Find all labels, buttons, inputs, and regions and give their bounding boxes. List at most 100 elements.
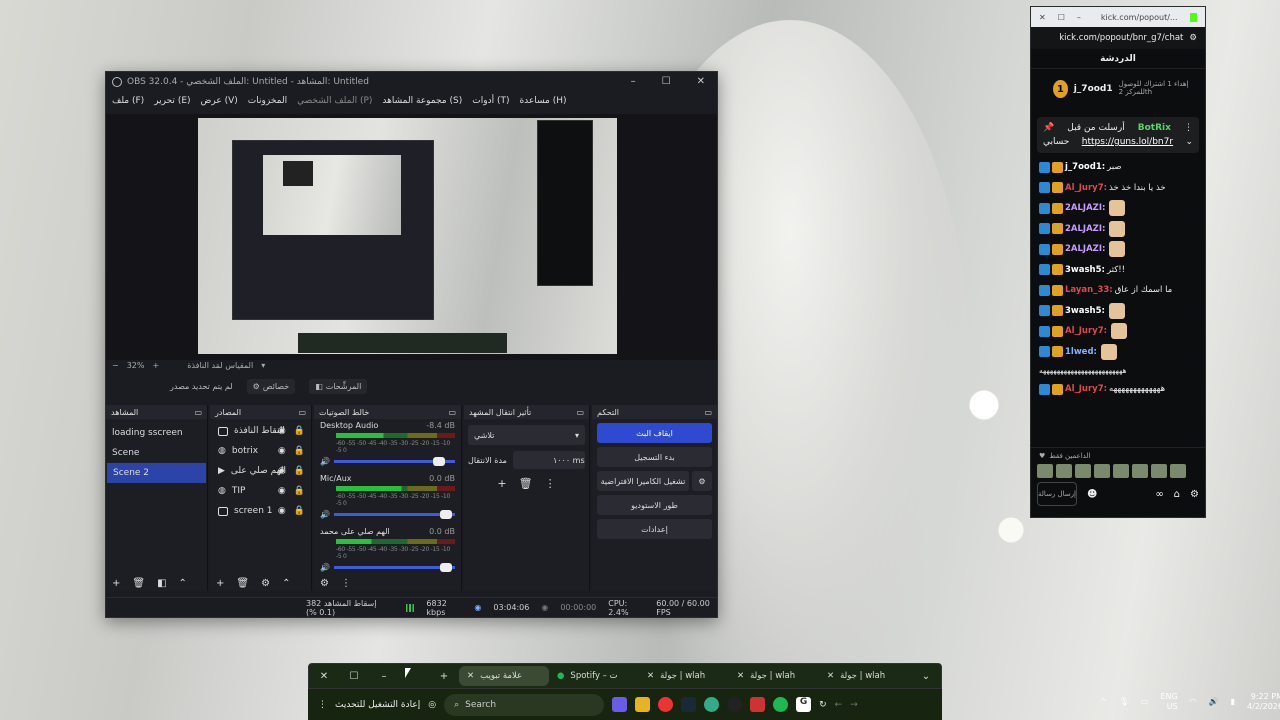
move-up-button[interactable]: ⌃ bbox=[179, 578, 187, 589]
chat-input[interactable]: إرسال رسالة bbox=[1037, 482, 1077, 506]
studio-mode-button[interactable]: طور الاستوديو bbox=[597, 495, 712, 515]
chrome-icon[interactable] bbox=[658, 697, 674, 712]
lock-icon[interactable]: 🔒 bbox=[294, 426, 305, 436]
chat-username[interactable]: Al_Jury7: bbox=[1065, 183, 1107, 193]
properties-button[interactable]: ⚙ خصائص bbox=[246, 378, 296, 394]
undock-icon[interactable]: ▭ bbox=[298, 408, 306, 417]
add-transition-button[interactable]: + bbox=[497, 477, 506, 490]
store-icon[interactable]: ⌂ bbox=[1174, 489, 1180, 500]
source-properties-button[interactable]: ⚙ bbox=[261, 578, 270, 589]
browser-tab[interactable]: ● Spotify – ت bbox=[549, 666, 639, 686]
lock-icon[interactable]: 🔒 bbox=[294, 486, 305, 496]
close-tab-icon[interactable]: ✕ bbox=[467, 671, 474, 681]
duration-input[interactable]: ١٠٠٠ ms bbox=[512, 451, 585, 469]
zoom-dropdown-icon[interactable]: ▾ bbox=[261, 361, 265, 370]
chrome-profile-icon[interactable] bbox=[704, 697, 720, 712]
menu-tools[interactable]: أدوات (T) bbox=[472, 96, 509, 106]
menu-file[interactable]: ملف (F) bbox=[112, 96, 144, 106]
source-item[interactable]: ▶ الهم صلي على ◉ 🔒 bbox=[210, 461, 311, 481]
browser-tab[interactable]: ✕ جولة | wlah bbox=[819, 666, 899, 686]
transition-menu-button[interactable]: ⋮ bbox=[545, 477, 556, 490]
minimize-icon[interactable]: – bbox=[631, 76, 636, 87]
pinned-user[interactable]: BotRix bbox=[1138, 123, 1171, 133]
maximize-icon[interactable]: ☐ bbox=[1058, 13, 1065, 22]
browser-tab[interactable]: ✕ جولة | wlah bbox=[729, 666, 819, 686]
profile-icon[interactable]: ◎ bbox=[428, 700, 436, 710]
pin-icon[interactable]: 📌 bbox=[1043, 123, 1054, 133]
add-source-button[interactable]: + bbox=[216, 578, 224, 589]
undock-icon[interactable]: ▭ bbox=[448, 408, 456, 417]
speaker-icon[interactable]: 🔊 bbox=[320, 457, 330, 466]
undock-icon[interactable]: ▭ bbox=[704, 408, 712, 417]
chat-username[interactable]: Al_Jury7: bbox=[1065, 384, 1107, 394]
close-icon[interactable]: ✕ bbox=[309, 671, 339, 682]
close-tab-icon[interactable]: ✕ bbox=[737, 671, 744, 681]
volume-slider[interactable] bbox=[333, 457, 455, 466]
chat-username[interactable]: 1lwed: bbox=[1065, 347, 1097, 357]
source-item[interactable]: النقاط النافذة ◉ 🔒 bbox=[210, 421, 311, 441]
eye-icon[interactable]: ◉ bbox=[278, 466, 286, 476]
forward-icon[interactable]: → bbox=[850, 700, 858, 710]
lock-icon[interactable]: 🔒 bbox=[294, 446, 305, 456]
wifi-icon[interactable]: ◠ bbox=[1190, 697, 1197, 706]
steam-icon[interactable] bbox=[681, 697, 697, 712]
virtual-camera-settings-icon[interactable]: ⚙ bbox=[692, 471, 712, 491]
obs-icon[interactable] bbox=[727, 697, 743, 712]
mic-icon[interactable]: 🎙 bbox=[1119, 697, 1129, 706]
eye-icon[interactable]: ◉ bbox=[278, 506, 286, 516]
emoji-icon[interactable]: ☻ bbox=[1087, 489, 1097, 500]
menu-docks[interactable]: المخزونات bbox=[248, 96, 287, 106]
chat-username[interactable]: 2ALJAZI: bbox=[1065, 244, 1105, 254]
close-tab-icon[interactable]: ✕ bbox=[647, 671, 654, 681]
settings-button[interactable]: إعدادات bbox=[597, 519, 712, 539]
menu-view[interactable]: عرض (V) bbox=[201, 96, 238, 106]
display-icon[interactable]: ▭ bbox=[1141, 697, 1149, 706]
close-tab-icon[interactable]: ✕ bbox=[827, 671, 834, 681]
back-icon[interactable]: ← bbox=[835, 700, 843, 710]
eye-icon[interactable]: ◉ bbox=[278, 486, 286, 496]
minimize-icon[interactable]: – bbox=[1077, 13, 1081, 22]
maximize-icon[interactable]: ☐ bbox=[339, 671, 369, 682]
address-bar[interactable]: kick.com/popout/bnr_g7/chat ⚙ bbox=[1031, 27, 1205, 49]
lock-icon[interactable]: 🔒 bbox=[294, 506, 305, 516]
undock-icon[interactable]: ▭ bbox=[576, 408, 584, 417]
taskbar-search[interactable]: ⌕ Search bbox=[444, 693, 605, 716]
menu-profile[interactable]: الملف الشخصي (P) bbox=[297, 96, 372, 106]
minimize-icon[interactable]: – bbox=[369, 671, 399, 682]
new-tab-button[interactable]: + bbox=[429, 671, 459, 682]
battery-icon[interactable]: ▮ bbox=[1231, 697, 1235, 706]
scene-item-selected[interactable]: Scene 2 bbox=[107, 463, 206, 483]
source-item[interactable]: screen 1 ◉ 🔒 bbox=[210, 501, 311, 521]
menu-scene-collection[interactable]: مجموعة المشاهد (S) bbox=[382, 96, 462, 106]
source-item[interactable]: ◍ botrix ◉ 🔒 bbox=[210, 441, 311, 461]
remove-source-button[interactable]: 🗑 bbox=[236, 578, 249, 589]
chat-username[interactable]: j_7ood1: bbox=[1065, 162, 1105, 172]
tab-list-icon[interactable]: ⌄ bbox=[911, 671, 941, 682]
link-icon[interactable]: ∞ bbox=[1155, 489, 1163, 500]
obs-preview[interactable] bbox=[106, 114, 717, 360]
volume-slider[interactable] bbox=[333, 510, 455, 519]
scene-filters-button[interactable]: ◧ bbox=[157, 578, 166, 589]
chat-username[interactable]: 3wash5: bbox=[1065, 265, 1105, 275]
google-icon[interactable]: G bbox=[796, 697, 812, 712]
chevron-up-icon[interactable]: ^ bbox=[1100, 697, 1107, 706]
filters-button[interactable]: ◧ المرشِّحات bbox=[309, 378, 368, 394]
eye-icon[interactable]: ◉ bbox=[278, 446, 286, 456]
file-explorer-icon[interactable] bbox=[635, 697, 651, 712]
more-icon[interactable]: ⋮ bbox=[318, 700, 327, 710]
scene-item[interactable]: loading sscreen bbox=[106, 423, 207, 443]
advanced-audio-button[interactable]: ⚙ bbox=[320, 578, 329, 589]
reload-icon[interactable]: ↻ bbox=[819, 700, 827, 710]
lock-icon[interactable]: 🔒 bbox=[294, 466, 305, 476]
zoom-out-button[interactable]: − bbox=[112, 361, 119, 370]
language-indicator[interactable]: ENG US bbox=[1160, 692, 1177, 711]
chat-username[interactable]: Layan_33: bbox=[1065, 285, 1113, 295]
speaker-icon[interactable]: 🔊 bbox=[320, 563, 330, 572]
browser-tab[interactable]: ✕ جولة | wlah bbox=[639, 666, 729, 686]
scene-item[interactable]: Scene bbox=[106, 443, 207, 463]
chat-username[interactable]: 2ALJAZI: bbox=[1065, 224, 1105, 234]
close-icon[interactable]: ✕ bbox=[1039, 13, 1046, 22]
menu-edit[interactable]: تحرير (E) bbox=[154, 96, 190, 106]
zoom-in-button[interactable]: + bbox=[152, 361, 159, 370]
source-item[interactable]: ◍ TIP ◉ 🔒 bbox=[210, 481, 311, 501]
